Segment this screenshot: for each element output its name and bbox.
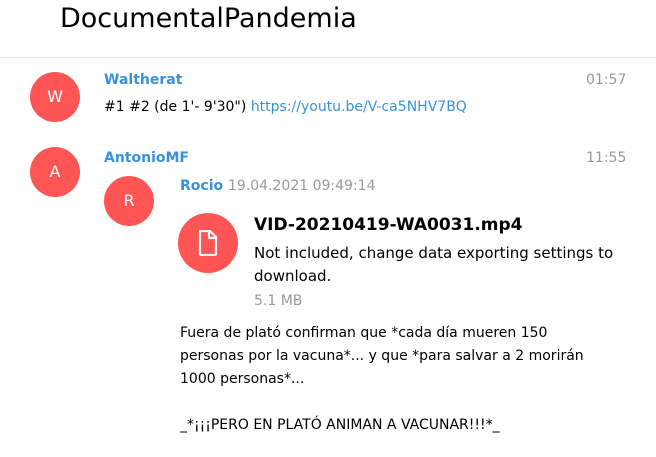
avatar-letter: W xyxy=(47,87,63,106)
text-line: personas por la vacuna*... y que *para s… xyxy=(180,348,584,364)
file-size: 5.1 MB xyxy=(254,293,303,309)
forwarded-header: Rocio 19.04.2021 09:49:14 xyxy=(180,177,376,195)
file-icon xyxy=(178,213,238,273)
forwarded-sender-name[interactable]: Rocio xyxy=(180,178,223,194)
youtube-link[interactable]: https://youtu.be/V-ca5NHV7BQ xyxy=(251,99,467,115)
sender-name[interactable]: Waltherat xyxy=(104,71,182,89)
text-line: _*¡¡¡PERO EN PLATÓ ANIMAN A VACUNAR!!!*_ xyxy=(180,417,500,433)
avatar-letter: A xyxy=(49,162,61,181)
page-header: DocumentalPandemia xyxy=(0,0,656,58)
text-line: 1000 personas*... xyxy=(180,371,305,387)
forwarded-date: 19.04.2021 09:49:14 xyxy=(228,178,376,194)
message-text-prefix: #1 #2 (de 1'- 9'30") xyxy=(104,99,251,115)
message-text: #1 #2 (de 1'- 9'30") https://youtu.be/V-… xyxy=(104,98,467,116)
sender-name[interactable]: AntonioMF xyxy=(104,149,189,167)
page-title: DocumentalPandemia xyxy=(60,3,357,34)
forwarded-avatar: R xyxy=(104,176,154,226)
forwarded-text: Fuera de plató confirman que *cada día m… xyxy=(180,322,640,437)
avatar: A xyxy=(30,147,80,197)
avatar: W xyxy=(30,72,80,122)
file-status: Not included, change data exporting sett… xyxy=(254,244,614,285)
avatar-letter: R xyxy=(123,191,135,210)
file-title[interactable]: VID-20210419-WA0031.mp4 xyxy=(254,214,523,236)
message-time: 01:57 xyxy=(586,72,627,88)
text-line: Fuera de plató confirman que *cada día m… xyxy=(180,325,548,341)
message-time: 11:55 xyxy=(586,150,627,166)
